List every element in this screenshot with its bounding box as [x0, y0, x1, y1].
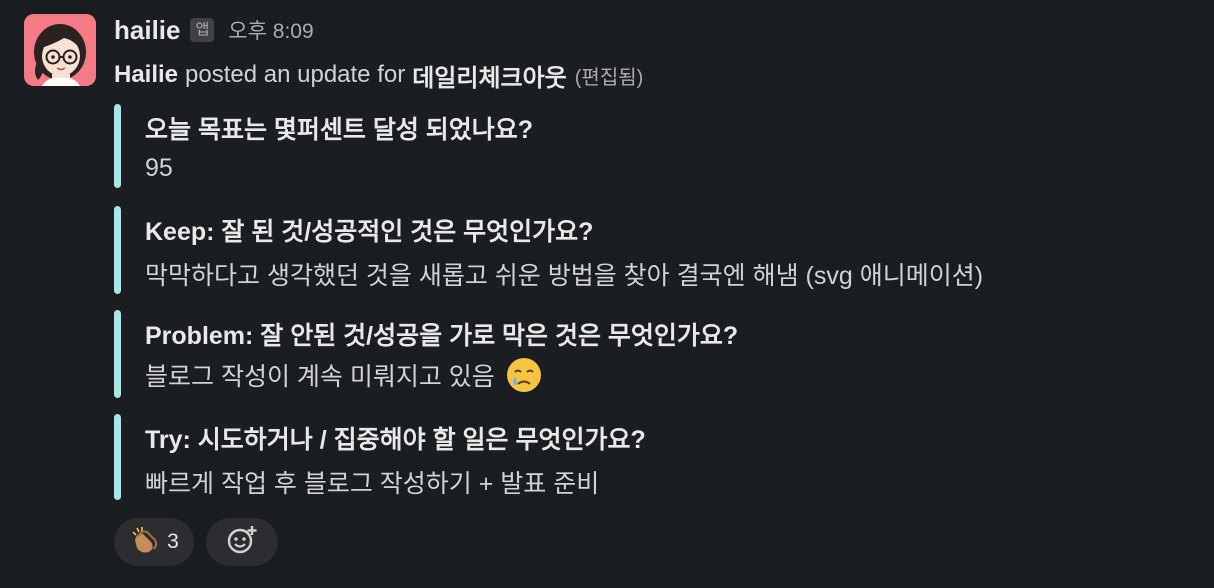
app-badge: 앱 [190, 18, 215, 42]
crying-face-icon [505, 356, 543, 394]
block-answer-text: 막막하다고 생각했던 것을 새롭고 쉬운 방법을 찾아 결국엔 해냄 (svg … [145, 262, 984, 290]
block-answer: 막막하다고 생각했던 것을 새롭고 쉬운 방법을 찾아 결국엔 해냄 (svg … [145, 256, 983, 292]
block-question: Try: 시도하거나 / 집중해야 할 일은 무엇인가요? [145, 426, 646, 454]
block-question: Keep: 잘 된 것/성공적인 것은 무엇인가요? [145, 218, 594, 246]
timestamp[interactable]: 오후 8:09 [228, 15, 313, 45]
block-answer: 95 [145, 154, 173, 183]
message-subline: Hailie posted an update for 데일리체크아웃 (편집됨… [114, 58, 643, 92]
block-question: Problem: 잘 안된 것/성공을 가로 막은 것은 무엇인가요? [145, 322, 739, 350]
message-header: hailie 앱 오후 8:09 [114, 12, 314, 48]
avatar[interactable] [24, 14, 96, 86]
checkout-block-try: Try: 시도하거나 / 집중해야 할 일은 무엇인가요? 빠르게 작업 후 블… [114, 414, 1174, 500]
block-answer-text: 빠르게 작업 후 블로그 작성하기 + 발표 준비 [145, 470, 600, 498]
block-answer-text: 95 [145, 154, 173, 182]
reactions-bar: 3 [114, 518, 278, 566]
quote-bar [114, 206, 121, 294]
add-reaction-icon [225, 523, 259, 562]
quote-bar [114, 310, 121, 398]
checkout-block-keep: Keep: 잘 된 것/성공적인 것은 무엇인가요? 막막하다고 생각했던 것을… [114, 206, 1174, 294]
message: hailie 앱 오후 8:09 Hailie posted an update… [0, 0, 1214, 588]
block-answer: 빠르게 작업 후 블로그 작성하기 + 발표 준비 [145, 464, 599, 500]
checkout-block-problem: Problem: 잘 안된 것/성공을 가로 막은 것은 무엇인가요? 블로그 … [114, 310, 1174, 398]
clapping-hands-icon [129, 524, 161, 561]
add-reaction-button[interactable] [206, 518, 278, 566]
channel-name: 데일리체크아웃 [412, 64, 567, 92]
quote-bar [114, 414, 121, 500]
author-name: Hailie [114, 61, 179, 88]
reaction-clap-button[interactable]: 3 [114, 518, 194, 566]
block-question: 오늘 목표는 몇퍼센트 달성 되었나요? [145, 116, 534, 144]
username[interactable]: hailie [114, 15, 180, 46]
quote-bar [114, 104, 121, 188]
reaction-count: 3 [167, 530, 179, 553]
block-answer-text: 블로그 작성이 계속 미뤄지고 있음 [145, 363, 495, 391]
checkout-block-goal: 오늘 목표는 몇퍼센트 달성 되었나요? 95 [114, 104, 1174, 188]
block-answer: 블로그 작성이 계속 미뤄지고 있음 [145, 356, 543, 394]
posted-text: posted an update for [185, 61, 406, 88]
user-avatar-icon [24, 14, 96, 86]
edited-label: (편집됨) [574, 66, 644, 89]
